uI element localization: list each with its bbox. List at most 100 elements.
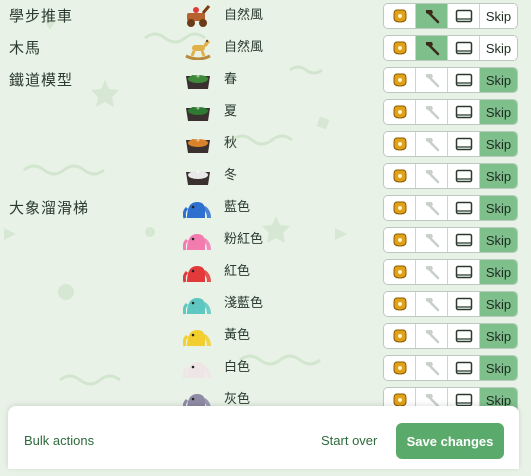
recipe-toggle-button[interactable] xyxy=(448,228,480,252)
recipe-toggle-button[interactable] xyxy=(448,100,480,124)
craft-toggle-button[interactable] xyxy=(416,36,448,60)
craft-toggle-button[interactable] xyxy=(416,196,448,220)
status-button-group: Skip xyxy=(383,99,518,125)
skip-button[interactable]: Skip xyxy=(480,324,517,348)
catalog-toggle-button[interactable] xyxy=(384,4,416,28)
recipe-toggle-button[interactable] xyxy=(448,68,480,92)
catalog-icon xyxy=(392,233,408,247)
catalog-toggle-button[interactable] xyxy=(384,324,416,348)
catalog-toggle-button[interactable] xyxy=(384,228,416,252)
catalog-icon xyxy=(392,105,408,119)
hammer-icon xyxy=(423,39,441,57)
item-row: 鐵道模型 春 Skip xyxy=(0,64,531,96)
skip-button[interactable]: Skip xyxy=(480,36,517,60)
item-row: 木馬 自然風 Skip xyxy=(0,32,531,64)
item-row: 粉紅色 Skip xyxy=(0,224,531,256)
catalog-icon xyxy=(392,329,408,343)
book-icon xyxy=(455,265,473,279)
skip-button[interactable]: Skip xyxy=(480,4,517,28)
catalog-toggle-button[interactable] xyxy=(384,292,416,316)
status-button-group: Skip xyxy=(383,355,518,381)
book-icon xyxy=(455,169,473,183)
status-button-group: Skip xyxy=(383,323,518,349)
hammer-icon xyxy=(423,295,441,313)
catalog-toggle-button[interactable] xyxy=(384,100,416,124)
recipe-toggle-button[interactable] xyxy=(448,260,480,284)
catalog-toggle-button[interactable] xyxy=(384,196,416,220)
catalog-toggle-button[interactable] xyxy=(384,260,416,284)
catalog-toggle-button[interactable] xyxy=(384,36,416,60)
catalog-toggle-button[interactable] xyxy=(384,356,416,380)
status-button-group: Skip xyxy=(383,131,518,157)
status-button-group: Skip xyxy=(383,3,518,29)
bulk-actions-link[interactable]: Bulk actions xyxy=(24,406,94,476)
status-button-group: Skip xyxy=(383,195,518,221)
item-group-name: 木馬 xyxy=(9,39,42,57)
book-icon xyxy=(455,41,473,55)
save-changes-button[interactable]: Save changes xyxy=(396,423,504,459)
craft-toggle-button[interactable] xyxy=(416,68,448,92)
skip-button[interactable]: Skip xyxy=(480,228,517,252)
book-icon xyxy=(455,361,473,375)
craft-toggle-button[interactable] xyxy=(416,100,448,124)
skip-button[interactable]: Skip xyxy=(480,260,517,284)
skip-button[interactable]: Skip xyxy=(480,68,517,92)
item-row: 冬 Skip xyxy=(0,160,531,192)
recipe-toggle-button[interactable] xyxy=(448,164,480,188)
elephant-slide-icon xyxy=(182,292,213,316)
skip-button[interactable]: Skip xyxy=(480,164,517,188)
recipe-toggle-button[interactable] xyxy=(448,324,480,348)
craft-toggle-button[interactable] xyxy=(416,164,448,188)
craft-toggle-button[interactable] xyxy=(416,132,448,156)
item-row: 夏 Skip xyxy=(0,96,531,128)
craft-toggle-button[interactable] xyxy=(416,356,448,380)
skip-button[interactable]: Skip xyxy=(480,196,517,220)
train-set-icon xyxy=(183,100,213,124)
craft-toggle-button[interactable] xyxy=(416,4,448,28)
skip-button[interactable]: Skip xyxy=(480,132,517,156)
item-group-name: 鐵道模型 xyxy=(9,71,74,89)
book-icon xyxy=(455,201,473,215)
craft-toggle-button[interactable] xyxy=(416,228,448,252)
variant-name: 夏 xyxy=(224,104,238,119)
book-icon xyxy=(455,73,473,87)
start-over-link[interactable]: Start over xyxy=(321,406,377,476)
item-group-name: 大象溜滑梯 xyxy=(9,199,90,217)
catalog-toggle-button[interactable] xyxy=(384,68,416,92)
elephant-slide-icon xyxy=(182,196,213,220)
skip-button[interactable]: Skip xyxy=(480,292,517,316)
hammer-icon xyxy=(423,167,441,185)
catalog-icon xyxy=(392,9,408,23)
catalog-toggle-button[interactable] xyxy=(384,132,416,156)
item-row: 學步推車 自然風 Skip xyxy=(0,0,531,32)
catalog-toggle-button[interactable] xyxy=(384,164,416,188)
catalog-icon xyxy=(392,137,408,151)
recipe-toggle-button[interactable] xyxy=(448,356,480,380)
craft-toggle-button[interactable] xyxy=(416,324,448,348)
recipe-toggle-button[interactable] xyxy=(448,4,480,28)
catalog-icon xyxy=(392,73,408,87)
recipe-toggle-button[interactable] xyxy=(448,292,480,316)
status-button-group: Skip xyxy=(383,35,518,61)
craft-toggle-button[interactable] xyxy=(416,260,448,284)
catalog-icon xyxy=(392,393,408,407)
skip-button[interactable]: Skip xyxy=(480,356,517,380)
train-set-icon xyxy=(183,132,213,156)
variant-name: 自然風 xyxy=(224,40,264,55)
recipe-toggle-button[interactable] xyxy=(448,196,480,220)
elephant-slide-icon xyxy=(182,260,213,284)
train-set-icon xyxy=(183,68,213,92)
book-icon xyxy=(455,233,473,247)
hammer-icon xyxy=(423,71,441,89)
hammer-icon xyxy=(423,327,441,345)
variant-name: 藍色 xyxy=(224,200,251,215)
status-button-group: Skip xyxy=(383,227,518,253)
recipe-toggle-button[interactable] xyxy=(448,36,480,60)
craft-toggle-button[interactable] xyxy=(416,292,448,316)
item-group-name: 學步推車 xyxy=(9,7,74,25)
skip-button[interactable]: Skip xyxy=(480,100,517,124)
item-row: 黃色 Skip xyxy=(0,320,531,352)
variant-name: 春 xyxy=(224,72,238,87)
recipe-toggle-button[interactable] xyxy=(448,132,480,156)
elephant-slide-icon xyxy=(182,228,213,252)
